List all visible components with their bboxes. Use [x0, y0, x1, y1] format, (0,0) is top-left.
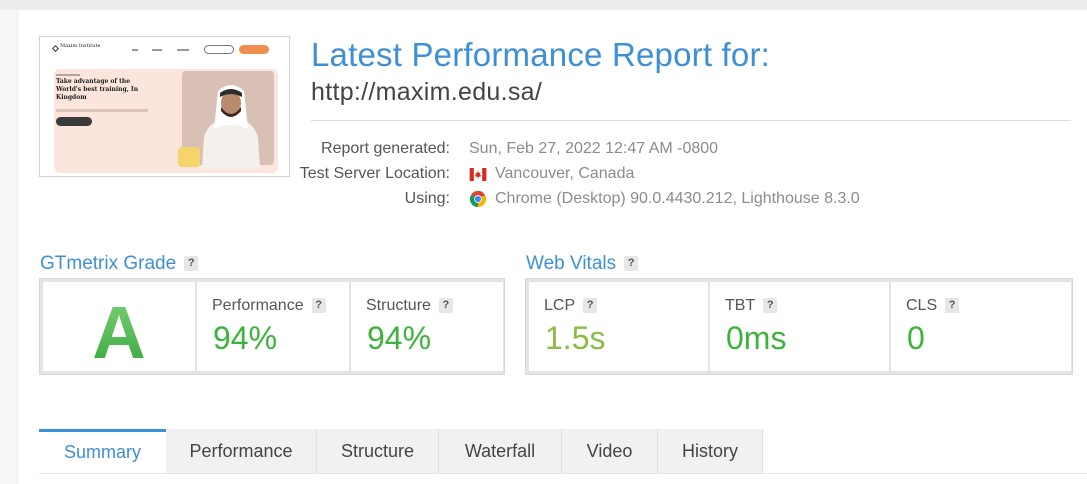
tab-waterfall[interactable]: Waterfall	[439, 429, 562, 473]
meta-row-location: Test Server Location: Vancouver, Canada	[292, 163, 1072, 185]
meta-row-using: Using: Chrome (Desktop) 90.0.4430.212, L…	[292, 188, 1072, 210]
structure-cell: Structure? 94%	[351, 282, 503, 371]
structure-value: 94%	[367, 320, 432, 356]
title-divider	[311, 120, 1071, 121]
performance-value: 94%	[213, 320, 278, 356]
tab-video[interactable]: Video	[562, 429, 658, 473]
thumbnail-accent-square	[178, 147, 200, 167]
thumbnail-nav-link	[177, 49, 189, 51]
help-icon[interactable]: ?	[583, 298, 598, 314]
thumbnail-logo: Maxim Institute	[60, 43, 101, 49]
performance-label-text: Performance	[212, 297, 304, 314]
thumbnail-nav-link	[152, 49, 162, 51]
tabs-baseline	[39, 473, 1087, 474]
cls-label: CLS?	[906, 297, 960, 315]
tbt-label: TBT?	[725, 297, 778, 315]
meta-row-generated: Report generated: Sun, Feb 27, 2022 12:4…	[292, 138, 1072, 160]
tab-performance[interactable]: Performance	[166, 429, 317, 473]
tbt-value: 0ms	[726, 320, 787, 356]
thumbnail-hero-eyebrow	[56, 74, 80, 76]
performance-label: Performance?	[212, 297, 326, 315]
help-icon[interactable]: ?	[624, 256, 639, 272]
help-icon[interactable]: ?	[438, 298, 453, 314]
thumbnail-hero-title: Take advantage of the World's best train…	[56, 78, 139, 101]
thumbnail-nav-link	[132, 49, 138, 51]
tbt-label-text: TBT	[725, 297, 756, 314]
meta-label: Report generated:	[321, 140, 450, 157]
left-edge	[0, 10, 18, 484]
cls-label-text: CLS	[906, 297, 938, 314]
performance-cell: Performance? 94%	[197, 282, 349, 371]
help-icon[interactable]: ?	[311, 298, 326, 314]
gtmetrix-grade-panel: A Performance? 94% Structure? 94%	[39, 278, 505, 375]
lcp-label: LCP?	[544, 297, 598, 315]
lcp-label-text: LCP	[544, 297, 576, 314]
report-url[interactable]: http://maxim.edu.sa/	[311, 78, 542, 107]
thumbnail-nav: Maxim Institute	[40, 37, 289, 63]
top-strip	[0, 0, 1087, 10]
help-icon[interactable]: ?	[763, 298, 778, 314]
gtmetrix-grade-title: GTmetrix Grade	[40, 253, 177, 274]
thumbnail-logo-icon	[51, 44, 60, 53]
web-vitals-heading: Web Vitals?	[526, 253, 639, 275]
help-icon[interactable]: ?	[945, 298, 960, 314]
page-title: Latest Performance Report for:	[311, 36, 771, 73]
chrome-icon	[469, 190, 487, 208]
grade-letter: A	[92, 291, 145, 371]
tab-summary[interactable]: Summary	[39, 429, 166, 473]
structure-label-text: Structure	[366, 297, 431, 314]
meta-label: Test Server Location:	[299, 165, 450, 182]
thumbnail-nav-button	[204, 45, 234, 54]
meta-value: Sun, Feb 27, 2022 12:47 AM -0800	[469, 140, 719, 157]
meta-value: Chrome (Desktop) 90.0.4430.212, Lighthou…	[495, 190, 860, 207]
help-icon[interactable]: ?	[184, 256, 199, 272]
gtmetrix-grade-heading: GTmetrix Grade?	[40, 253, 199, 275]
cls-value: 0	[907, 320, 925, 356]
lcp-value: 1.5s	[545, 320, 606, 356]
meta-value: Vancouver, Canada	[495, 165, 635, 182]
thumbnail-nav-button-primary	[239, 45, 269, 54]
tbt-cell: TBT? 0ms	[710, 282, 889, 371]
web-vitals-panel: LCP? 1.5s TBT? 0ms CLS? 0	[525, 278, 1073, 375]
structure-label: Structure?	[366, 297, 453, 315]
meta-label: Using:	[404, 190, 450, 207]
grade-cell: A	[43, 282, 195, 371]
thumbnail-hero-button	[56, 117, 92, 126]
tab-history[interactable]: History	[658, 429, 763, 473]
canada-flag-icon	[469, 168, 487, 181]
thumbnail-hero-subtext	[56, 109, 148, 112]
lcp-cell: LCP? 1.5s	[529, 282, 708, 371]
web-vitals-title: Web Vitals	[526, 253, 617, 274]
tab-structure[interactable]: Structure	[317, 429, 439, 473]
thumbnail-person-photo	[202, 85, 260, 169]
page-screenshot-thumbnail[interactable]: Maxim Institute Take advantage of the Wo…	[39, 36, 290, 177]
grade-letter-text: A	[92, 291, 145, 371]
cls-cell: CLS? 0	[891, 282, 1071, 371]
